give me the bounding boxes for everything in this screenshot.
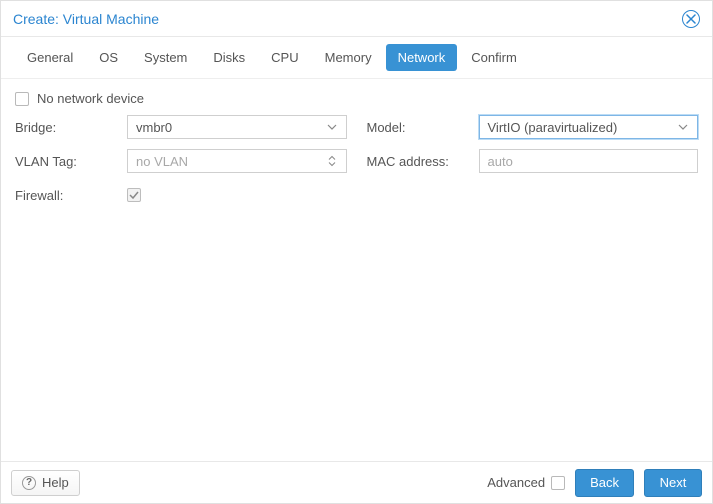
form-grid: Bridge: vmbr0 VLAN Tag: no VLAN — [15, 114, 698, 208]
tab-network[interactable]: Network — [386, 44, 458, 71]
advanced-label: Advanced — [487, 475, 545, 490]
no-network-checkbox[interactable] — [15, 92, 29, 106]
tab-general[interactable]: General — [15, 44, 85, 71]
tab-cpu[interactable]: CPU — [259, 44, 310, 71]
next-button[interactable]: Next — [644, 469, 702, 497]
tab-confirm[interactable]: Confirm — [459, 44, 529, 71]
tab-os[interactable]: OS — [87, 44, 130, 71]
vlan-label: VLAN Tag: — [15, 154, 127, 169]
dialog-title: Create: Virtual Machine — [13, 11, 159, 27]
create-vm-dialog: Create: Virtual Machine General OS Syste… — [0, 0, 713, 504]
model-combobox[interactable]: VirtIO (paravirtualized) — [479, 115, 699, 139]
spinner-icon — [326, 155, 338, 167]
model-label: Model: — [367, 120, 479, 135]
tab-panel-network: No network device Bridge: vmbr0 VLAN Tag… — [1, 79, 712, 461]
vlan-placeholder: no VLAN — [136, 154, 188, 169]
advanced-checkbox[interactable] — [551, 476, 565, 490]
tab-memory[interactable]: Memory — [313, 44, 384, 71]
bridge-combobox[interactable]: vmbr0 — [127, 115, 347, 139]
help-button[interactable]: ? Help — [11, 470, 80, 496]
chevron-down-icon — [326, 122, 338, 132]
mac-label: MAC address: — [367, 154, 479, 169]
bridge-value: vmbr0 — [136, 120, 172, 135]
back-button[interactable]: Back — [575, 469, 634, 497]
firewall-label: Firewall: — [15, 188, 127, 203]
advanced-toggle: Advanced — [487, 475, 565, 490]
firewall-checkbox[interactable] — [127, 188, 141, 202]
right-column: Model: VirtIO (paravirtualized) MAC addr… — [367, 114, 699, 208]
vlan-spinner[interactable]: no VLAN — [127, 149, 347, 173]
tab-disks[interactable]: Disks — [201, 44, 257, 71]
no-network-label: No network device — [37, 91, 144, 106]
model-value: VirtIO (paravirtualized) — [488, 120, 618, 135]
help-label: Help — [42, 475, 69, 490]
left-column: Bridge: vmbr0 VLAN Tag: no VLAN — [15, 114, 347, 208]
chevron-down-icon — [677, 122, 689, 132]
no-network-row: No network device — [15, 91, 698, 106]
tabbar: General OS System Disks CPU Memory Netwo… — [1, 37, 712, 79]
tab-system[interactable]: System — [132, 44, 199, 71]
bridge-label: Bridge: — [15, 120, 127, 135]
checkmark-icon — [129, 190, 139, 200]
close-icon — [686, 14, 696, 24]
mac-placeholder: auto — [488, 154, 513, 169]
footer: ? Help Advanced Back Next — [1, 461, 712, 503]
mac-input[interactable]: auto — [479, 149, 699, 173]
close-button[interactable] — [682, 10, 700, 28]
titlebar: Create: Virtual Machine — [1, 1, 712, 37]
help-icon: ? — [22, 476, 36, 490]
